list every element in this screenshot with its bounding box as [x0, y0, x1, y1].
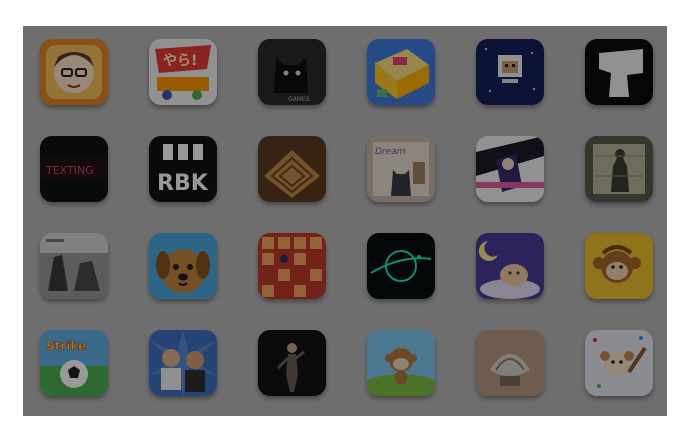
app-icon-stone-man[interactable] [585, 136, 653, 202]
app-icon-dark-title[interactable]: TEXTING [40, 136, 108, 202]
app-icon-dancer[interactable] [258, 330, 326, 396]
games-cat-caption: GAMES [288, 96, 310, 103]
app-icon-moon-cat[interactable] [476, 233, 544, 299]
dream-cat-title: Dream [375, 147, 406, 157]
app-icon-grid-puzzle[interactable] [258, 233, 326, 299]
app-icon-ruins[interactable] [40, 233, 108, 299]
app-icon-rbk-chess[interactable]: RBK [149, 136, 217, 202]
app-icon-neon-planet[interactable] [367, 233, 435, 299]
app-icon-bat-monkey[interactable] [585, 330, 653, 396]
app-icon-soccer-strike[interactable]: Strike [40, 330, 108, 396]
app-icon-pixel-sheep[interactable] [476, 39, 544, 105]
app-icon-toy-box[interactable] [367, 39, 435, 105]
app-icon-games-cat[interactable]: GAMES [258, 39, 326, 105]
dark-title-text: TEXTING [45, 164, 94, 177]
app-icon-white-shape[interactable] [585, 39, 653, 105]
app-icon-two-men[interactable] [149, 330, 217, 396]
app-icon-dream-cat[interactable]: Dream [367, 136, 435, 202]
app-icon-anime-girl[interactable] [476, 136, 544, 202]
app-icon-monkey-yellow[interactable] [585, 233, 653, 299]
app-icon-glass-shell[interactable] [476, 330, 544, 396]
app-icon-dog-face[interactable] [149, 233, 217, 299]
app-icon-yah-game[interactable]: やら! [149, 39, 217, 105]
app-icon-maze-board[interactable] [258, 136, 326, 202]
app-icon-monkey-meadow[interactable] [367, 330, 435, 396]
app-grid-panel: やら! GAMES TEXTING RBK Dream Strike [23, 26, 667, 416]
app-icon-grid: やら! GAMES TEXTING RBK Dream Strike [40, 39, 653, 409]
yah-game-title: やら! [163, 53, 197, 69]
app-icon-avatar-boy[interactable] [40, 39, 108, 105]
soccer-strike-title: Strike [46, 339, 86, 353]
rbk-chess-text: RBK [157, 171, 209, 196]
